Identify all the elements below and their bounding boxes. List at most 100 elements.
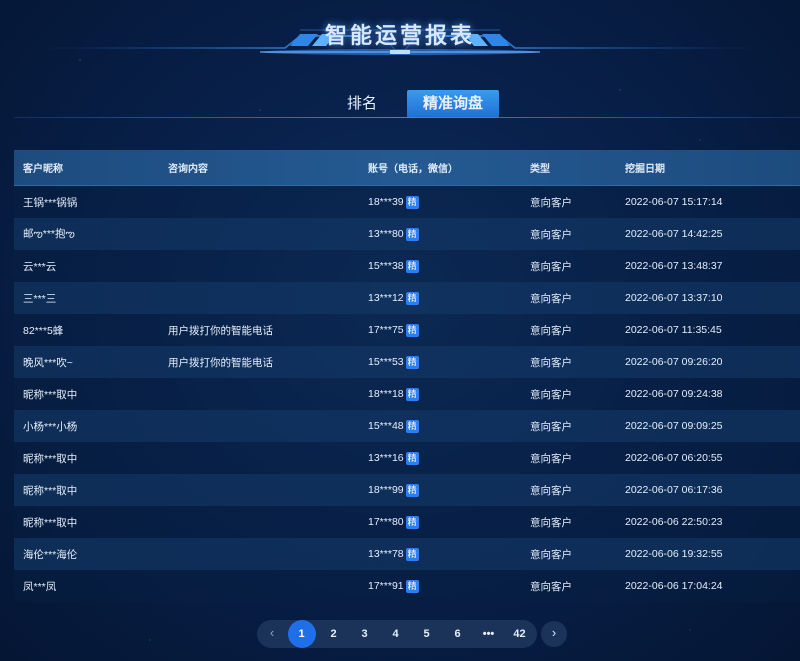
cell-type: 意向客户 bbox=[530, 292, 572, 305]
cell-account: 18***39 精 bbox=[368, 195, 530, 209]
account-value: 13***80 bbox=[368, 228, 404, 240]
cell-account: 13***78 精 bbox=[368, 547, 530, 561]
page-button-6[interactable]: 6 bbox=[445, 621, 471, 647]
precise-badge: 精 bbox=[405, 419, 419, 433]
account-value: 13***16 bbox=[368, 452, 404, 464]
account-value: 18***99 bbox=[368, 484, 404, 496]
cell-nickname: 昵称***取中 bbox=[23, 452, 78, 465]
account-value: 15***48 bbox=[368, 420, 404, 432]
table-row[interactable]: 昵称***取中 18***18 精 意向客户 2022-06-07 09:24:3… bbox=[14, 378, 800, 410]
precise-badge: 精 bbox=[405, 387, 419, 401]
cell-date: 2022-06-06 17:04:24 bbox=[625, 580, 723, 592]
cell-type: 意向客户 bbox=[530, 260, 572, 273]
tab-precise-inquiry[interactable]: 精准询盘 bbox=[407, 90, 500, 118]
column-header-date: 挖掘日期 bbox=[625, 164, 665, 175]
chevron-right-icon[interactable]: › bbox=[541, 621, 567, 647]
table-row[interactable]: 昵称***取中 17***80 精 意向客户 2022-06-06 22:50:2… bbox=[14, 506, 800, 538]
cell-type: 意向客户 bbox=[530, 356, 572, 369]
page-title: 智能运营报表 bbox=[324, 23, 475, 48]
cell-date: 2022-06-07 09:24:38 bbox=[625, 388, 723, 400]
header-banner: 智能运营报表 bbox=[0, 0, 800, 60]
column-header-inquiry: 咨询内容 bbox=[168, 164, 208, 175]
table-row[interactable]: 昵称***取中 18***99 精 意向客户 2022-06-07 06:17:3… bbox=[14, 474, 800, 506]
cell-account: 17***75 精 bbox=[368, 323, 530, 337]
cell-date: 2022-06-07 13:48:37 bbox=[625, 260, 723, 272]
cell-type: 意向客户 bbox=[530, 324, 572, 337]
account-value: 18***18 bbox=[368, 388, 404, 400]
tab-bar: 排名 精准询盘 bbox=[331, 90, 500, 118]
cell-nickname: 82***5蜂 bbox=[23, 324, 64, 337]
table-row[interactable]: 邮ఌ***抱ఌ 13***80 精 意向客户 2022-06-07 14:42:2… bbox=[14, 218, 800, 250]
cell-date: 2022-06-07 11:35:45 bbox=[625, 324, 722, 336]
cell-nickname: 凤***凤 bbox=[23, 580, 57, 593]
inquiry-table: 客户昵称 咨询内容 账号（电话，微信） 类型 挖掘日期 王锅***锅锅 18**… bbox=[14, 150, 800, 602]
account-value: 15***53 bbox=[368, 356, 404, 368]
cell-type: 意向客户 bbox=[530, 228, 572, 241]
table-row[interactable]: 海伦***海伦 13***78 精 意向客户 2022-06-06 19:32:5… bbox=[14, 538, 800, 570]
cell-account: 15***48 精 bbox=[368, 419, 530, 433]
table-row[interactable]: 晚风***吹~ 用户拨打你的智能电话 15***53 精 意向客户 2022-06… bbox=[14, 346, 800, 378]
page-button-42[interactable]: 42 bbox=[507, 621, 533, 647]
cell-date: 2022-06-07 06:17:36 bbox=[625, 484, 723, 496]
tab-ranking[interactable]: 排名 bbox=[331, 90, 393, 118]
table-row[interactable]: 昵称***取中 13***16 精 意向客户 2022-06-07 06:20:5… bbox=[14, 442, 800, 474]
cell-date: 2022-06-07 06:20:55 bbox=[625, 452, 723, 464]
cell-date: 2022-06-07 14:42:25 bbox=[625, 228, 723, 240]
precise-badge: 精 bbox=[405, 515, 419, 529]
cell-nickname: 海伦***海伦 bbox=[23, 548, 78, 561]
pagination: ‹ 1 2 3 4 5 6 ••• 42 › bbox=[257, 620, 567, 648]
cell-date: 2022-06-07 09:09:25 bbox=[625, 420, 723, 432]
table-row[interactable]: 三***三 13***12 精 意向客户 2022-06-07 13:37:10 bbox=[14, 282, 800, 314]
precise-badge: 精 bbox=[405, 323, 419, 337]
account-value: 17***80 bbox=[368, 516, 404, 528]
account-value: 18***39 bbox=[368, 196, 404, 208]
precise-badge: 精 bbox=[405, 227, 419, 241]
precise-badge: 精 bbox=[405, 259, 419, 273]
cell-type: 意向客户 bbox=[530, 580, 572, 593]
page-button-2[interactable]: 2 bbox=[321, 621, 347, 647]
cell-nickname: 昵称***取中 bbox=[23, 484, 78, 497]
page-button-1[interactable]: 1 bbox=[287, 620, 316, 648]
cell-account: 18***99 精 bbox=[368, 483, 530, 497]
cell-inquiry: 用户拨打你的智能电话 bbox=[168, 356, 273, 369]
cell-date: 2022-06-06 22:50:23 bbox=[625, 516, 723, 528]
cell-nickname: 王锅***锅锅 bbox=[23, 196, 78, 209]
table-row[interactable]: 云***云 15***38 精 意向客户 2022-06-07 13:48:37 bbox=[14, 250, 800, 282]
cell-type: 意向客户 bbox=[530, 548, 572, 561]
chevron-left-icon[interactable]: ‹ bbox=[259, 621, 285, 647]
cell-nickname: 昵称***取中 bbox=[23, 516, 78, 529]
precise-badge: 精 bbox=[405, 579, 419, 593]
cell-type: 意向客户 bbox=[530, 196, 572, 209]
cell-account: 13***16 精 bbox=[368, 451, 530, 465]
column-header-type: 类型 bbox=[530, 164, 550, 175]
cell-nickname: 昵称***取中 bbox=[23, 388, 78, 401]
cell-account: 17***80 精 bbox=[368, 515, 530, 529]
cell-nickname: 邮ఌ***抱ఌ bbox=[23, 227, 75, 240]
precise-badge: 精 bbox=[405, 291, 419, 305]
cell-nickname: 小杨***小杨 bbox=[23, 420, 78, 433]
account-value: 13***78 bbox=[368, 548, 404, 560]
page-button-3[interactable]: 3 bbox=[352, 621, 378, 647]
table-row[interactable]: 王锅***锅锅 18***39 精 意向客户 2022-06-07 15:17:1… bbox=[14, 186, 800, 218]
page-ellipsis[interactable]: ••• bbox=[476, 621, 502, 647]
precise-badge: 精 bbox=[405, 355, 419, 369]
cell-account: 13***80 精 bbox=[368, 227, 530, 241]
cell-type: 意向客户 bbox=[530, 388, 572, 401]
precise-badge: 精 bbox=[405, 483, 419, 497]
cell-account: 17***91 精 bbox=[368, 579, 530, 593]
cell-date: 2022-06-06 19:32:55 bbox=[625, 548, 723, 560]
precise-badge: 精 bbox=[405, 547, 419, 561]
table-row[interactable]: 82***5蜂 用户拨打你的智能电话 17***75 精 意向客户 2022-06… bbox=[14, 314, 800, 346]
account-value: 17***91 bbox=[368, 580, 404, 592]
account-value: 15***38 bbox=[368, 260, 404, 272]
column-header-account: 账号（电话，微信） bbox=[368, 164, 458, 175]
page-button-4[interactable]: 4 bbox=[383, 621, 409, 647]
cell-account: 13***12 精 bbox=[368, 291, 530, 305]
table-row[interactable]: 凤***凤 17***91 精 意向客户 2022-06-06 17:04:24 bbox=[14, 570, 800, 602]
cell-date: 2022-06-07 13:37:10 bbox=[625, 292, 723, 304]
cell-inquiry: 用户拨打你的智能电话 bbox=[168, 324, 273, 337]
table-row[interactable]: 小杨***小杨 15***48 精 意向客户 2022-06-07 09:09:2… bbox=[14, 410, 800, 442]
cell-type: 意向客户 bbox=[530, 452, 572, 465]
pagination-track: ‹ 1 2 3 4 5 6 ••• 42 bbox=[257, 620, 537, 648]
page-button-5[interactable]: 5 bbox=[414, 621, 440, 647]
